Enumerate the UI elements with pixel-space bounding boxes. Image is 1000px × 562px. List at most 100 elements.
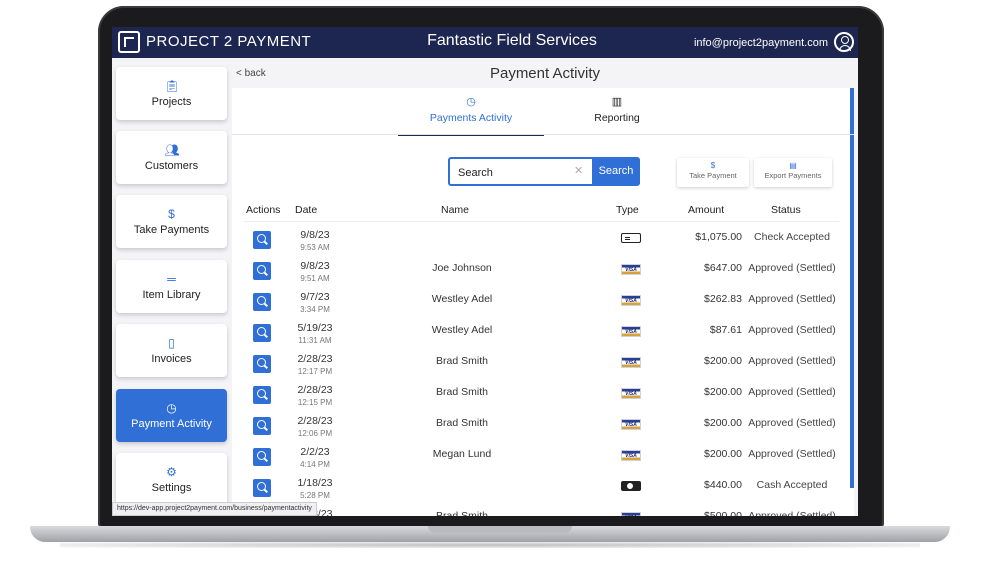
search-input[interactable] <box>450 159 590 186</box>
cell-name: Brad Smith <box>436 510 488 516</box>
brand-logo-icon <box>118 31 140 53</box>
cell-date: 9/7/23 <box>300 291 330 303</box>
sidebar-item-label: Payment Activity <box>131 418 212 430</box>
view-details-button[interactable] <box>253 324 271 342</box>
clock-icon: ◷ <box>466 96 476 108</box>
cell-amount: $647.00 <box>704 262 742 274</box>
gear-icon: ⚙︎ <box>166 465 177 479</box>
visa-card-icon: VISA <box>621 264 641 275</box>
table-row: 9/7/23 3:34 PM Westley Adel VISA $262.83 Appr… <box>232 286 854 317</box>
table-row: 1/18/23Brad SmithVISA$500.00Approved (Se… <box>232 503 854 516</box>
tabs-divider <box>232 134 854 135</box>
brand-name: PROJECT 2 PAYMENT <box>146 33 312 50</box>
sidebar-item-item-library[interactable]: ═ Item Library <box>116 260 227 313</box>
page-title: Payment Activity <box>489 65 601 82</box>
users-icon: 👥︎ <box>164 143 180 157</box>
cell-name: Brad Smith <box>436 386 488 398</box>
view-details-button[interactable] <box>253 386 271 404</box>
column-header-date[interactable]: Date <box>295 204 317 216</box>
sidebar-item-invoices[interactable]: ▯ Invoices <box>116 324 227 377</box>
search-button[interactable]: Search <box>592 159 640 184</box>
clear-icon[interactable]: ✕ <box>574 164 583 177</box>
cell-amount: $440.00 <box>704 479 742 491</box>
visa-card-icon: VISA <box>621 326 641 337</box>
dollar-icon: $ <box>168 207 175 221</box>
cell-amount: $262.83 <box>704 293 742 305</box>
column-header-name[interactable]: Name <box>441 204 469 216</box>
status-url: https://dev-app.project2payment.com/busi… <box>112 502 317 516</box>
cell-date: 2/2/23 <box>300 446 330 458</box>
tab-reporting[interactable]: ▥ Reporting <box>544 96 690 134</box>
export-payments-label: Export Payments <box>764 171 822 180</box>
search-bar: ✕ Search <box>448 157 640 186</box>
cell-date: 9/8/23 <box>300 260 330 272</box>
user-email[interactable]: info@project2payment.com <box>694 37 828 49</box>
cell-status: Approved (Settled) <box>748 324 836 336</box>
tab-label: Payments Activity <box>429 112 513 124</box>
clipboard-icon: 📋︎ <box>164 79 180 93</box>
visa-card-icon: VISA <box>621 512 641 516</box>
view-details-button[interactable] <box>253 355 271 373</box>
list-icon: ═ <box>167 272 176 286</box>
cell-name: Brad Smith <box>436 355 488 367</box>
view-details-button[interactable] <box>253 448 271 466</box>
sidebar-item-settings[interactable]: ⚙︎ Settings <box>116 453 227 506</box>
column-header-amount[interactable]: Amount <box>688 204 724 216</box>
view-details-button[interactable] <box>253 262 271 280</box>
cell-amount: $200.00 <box>704 386 742 398</box>
sidebar-item-label: Settings <box>151 482 192 494</box>
cell-name: Joe Johnson <box>432 262 492 274</box>
cell-time: 11:31 AM <box>298 336 332 345</box>
cell-amount: $200.00 <box>704 417 742 429</box>
sidebar-item-label: Projects <box>151 96 192 108</box>
visa-card-icon: VISA <box>621 419 641 430</box>
visa-card-icon: VISA <box>621 295 641 306</box>
sidebar-item-projects[interactable]: 📋︎ Projects <box>116 67 227 120</box>
cell-status: Check Accepted <box>754 231 830 243</box>
take-payment-button[interactable]: $ Take Payment <box>677 158 749 187</box>
table-row: 2/28/23 12:06 PM Brad Smith VISA $200.00 Appr… <box>232 410 854 441</box>
cell-time: 9:51 AM <box>300 274 330 283</box>
company-name: Fantastic Field Services <box>427 32 597 49</box>
table-row: 5/19/23 11:31 AM Westley Adel VISA $87.61 App… <box>232 317 854 348</box>
cell-status: Cash Accepted <box>756 479 828 491</box>
cell-amount: $200.00 <box>704 448 742 460</box>
cell-status: Approved (Settled) <box>748 262 836 274</box>
view-details-button[interactable] <box>253 293 271 311</box>
tab-label: Reporting <box>594 112 640 124</box>
cell-name: Brad Smith <box>436 417 488 429</box>
cell-amount: $200.00 <box>704 355 742 367</box>
cell-name: Westley Adel <box>431 324 493 336</box>
user-avatar-icon[interactable] <box>834 32 854 52</box>
view-details-button[interactable] <box>253 231 271 249</box>
cell-amount: $500.00 <box>704 510 742 516</box>
table-row: 9/8/23 9:51 AM Joe Johnson VISA $647.00 Appro… <box>232 255 854 286</box>
view-details-button[interactable] <box>253 417 271 435</box>
sidebar-item-payment-activity[interactable]: ◷ Payment Activity <box>116 389 227 442</box>
invoice-icon: ▯ <box>168 336 175 350</box>
column-header-type[interactable]: Type <box>616 204 639 216</box>
export-payments-button[interactable]: ▤ Export Payments <box>754 158 832 187</box>
cell-date: 1/18/23 <box>297 477 333 489</box>
sidebar-item-take-payments[interactable]: $ Take Payments <box>116 195 227 248</box>
cell-amount: $87.61 <box>709 324 742 336</box>
cell-time: 12:15 PM <box>297 398 333 407</box>
document-icon: ▤ <box>789 161 797 170</box>
cell-status: Approved (Settled) <box>748 417 836 429</box>
dollar-icon: $ <box>710 161 716 170</box>
cell-time: 4:14 PM <box>300 460 330 469</box>
cell-time: 3:34 PM <box>300 305 330 314</box>
cell-status: Approved (Settled) <box>748 355 836 367</box>
sidebar-item-customers[interactable]: 👥︎ Customers <box>116 131 227 184</box>
sidebar-item-label: Invoices <box>151 353 192 365</box>
visa-card-icon: VISA <box>621 357 641 368</box>
column-header-status[interactable]: Status <box>771 204 801 216</box>
cell-date: 2/28/23 <box>297 384 333 396</box>
tab-payments-activity[interactable]: ◷ Payments Activity <box>398 96 544 136</box>
bar-chart-icon: ▥ <box>611 96 623 108</box>
view-details-button[interactable] <box>253 479 271 497</box>
table-row: 2/28/23 12:17 PM Brad Smith VISA $200.00 Appr… <box>232 348 854 379</box>
cell-amount: $1,075.00 <box>695 231 742 243</box>
header-divider <box>244 221 839 222</box>
table-row: 9/8/23 9:53 AM $1,075.00 Check Accepted <box>232 224 854 255</box>
